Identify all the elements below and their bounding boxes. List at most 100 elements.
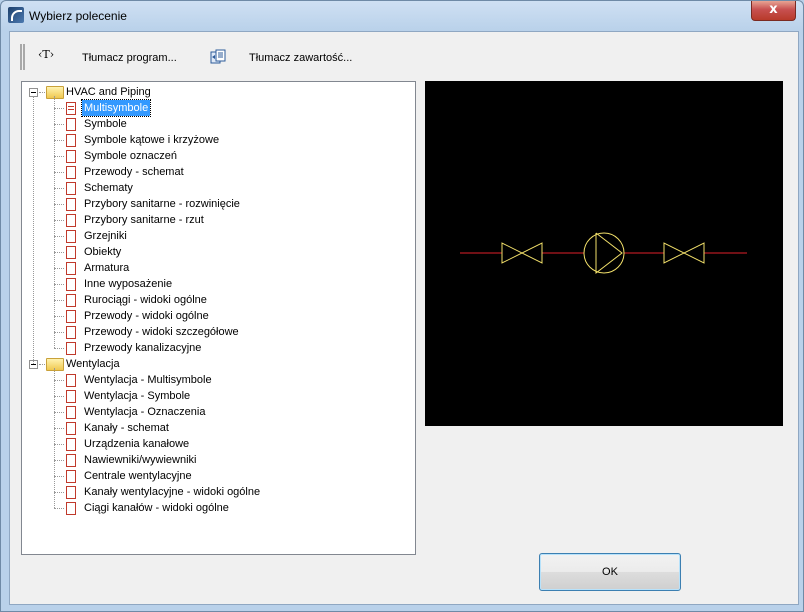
document-icon [66, 230, 76, 243]
tree-connector [54, 236, 64, 237]
tree-connector [54, 428, 64, 429]
tree-item[interactable]: Kanały wentylacyjne - widoki ogólne [82, 484, 262, 500]
tree-connector [54, 368, 55, 508]
tree-item[interactable]: Nawiewniki/wywiewniki [82, 452, 198, 468]
tree-connector [54, 300, 64, 301]
tree-item[interactable]: Przewody - widoki szczegółowe [82, 324, 241, 340]
document-icon [66, 198, 76, 211]
translate-program-button[interactable]: Tłumacz program... [82, 48, 177, 68]
tree-item[interactable]: Armatura [82, 260, 131, 276]
translate-content-icon[interactable] [210, 49, 226, 65]
tree-item[interactable]: Rurociągi - widoki ogólne [82, 292, 209, 308]
tree-connector [54, 332, 64, 333]
tree-item[interactable]: Obiekty [82, 244, 123, 260]
tree-connector [54, 204, 64, 205]
tree-connector [54, 316, 64, 317]
dialog-window: Wybierz polecenie x ‹T› Tłumacz program.… [0, 0, 804, 612]
tree-connector [54, 476, 64, 477]
folder-icon [46, 358, 64, 371]
tree-connector [54, 96, 55, 348]
tree-connector [54, 220, 64, 221]
tree-connector [54, 380, 64, 381]
tree-item[interactable]: Symbole oznaczeń [82, 148, 179, 164]
translate-program-icon[interactable]: ‹T› [38, 48, 54, 61]
tree-connector [54, 508, 64, 509]
document-icon [66, 342, 76, 355]
tree-item[interactable]: Centrale wentylacyjne [82, 468, 194, 484]
document-icon [66, 406, 76, 419]
document-icon [66, 454, 76, 467]
document-icon [66, 134, 76, 147]
tree-item[interactable]: Grzejniki [82, 228, 129, 244]
command-tree[interactable]: HVAC and Piping Multisymbole Symbole Symbol… [21, 81, 416, 555]
tree-item[interactable]: Symbole [82, 116, 129, 132]
tree-item[interactable]: Inne wyposażenie [82, 276, 174, 292]
document-icon [66, 310, 76, 323]
window-title: Wybierz polecenie [29, 9, 127, 23]
tree-connector [54, 268, 64, 269]
tree-item[interactable]: Wentylacja - Oznaczenia [82, 404, 207, 420]
tree-item[interactable]: Przybory sanitarne - rozwinięcie [82, 196, 242, 212]
tree-item[interactable]: Symbole kątowe i krzyżowe [82, 132, 221, 148]
tree-connector [54, 412, 64, 413]
tree-connector [54, 444, 64, 445]
document-icon [66, 326, 76, 339]
tree-connector [54, 124, 64, 125]
tree-item[interactable]: Wentylacja - Multisymbole [82, 372, 214, 388]
dialog-client-area: ‹T› Tłumacz program... Tłumacz zawartość… [9, 31, 799, 605]
app-icon [8, 7, 24, 23]
tree-connector [54, 348, 64, 349]
tree-item[interactable]: Multisymbole [80, 99, 152, 117]
preview-valve-right [663, 242, 705, 264]
tree-connector [54, 140, 64, 141]
toolbar-grip-icon[interactable] [20, 44, 25, 70]
document-icon [66, 278, 76, 291]
document-icon [66, 166, 76, 179]
tree-item[interactable]: Przewody - schemat [82, 164, 186, 180]
folder-icon [46, 86, 64, 99]
tree-item[interactable]: Ciągi kanałów - widoki ogólne [82, 500, 231, 516]
translate-content-button[interactable]: Tłumacz zawartość... [249, 48, 352, 68]
tree-connector [54, 252, 64, 253]
tree-connector [54, 172, 64, 173]
tree-connector [54, 188, 64, 189]
symbol-preview [425, 81, 783, 426]
tree-item[interactable]: Urządzenia kanałowe [82, 436, 191, 452]
document-icon [66, 262, 76, 275]
document-icon [66, 422, 76, 435]
tree-item[interactable]: Kanały - schemat [82, 420, 171, 436]
tree-connector [39, 364, 45, 365]
tree-connector [39, 92, 45, 93]
tree-group-label[interactable]: Wentylacja [64, 356, 122, 372]
tree-connector [54, 460, 64, 461]
tree-connector [54, 156, 64, 157]
tree-item[interactable]: Przewody - widoki ogólne [82, 308, 211, 324]
preview-valve-left [501, 242, 543, 264]
document-icon [66, 246, 76, 259]
tree-item[interactable]: Przybory sanitarne - rzut [82, 212, 206, 228]
ok-button[interactable]: OK [539, 553, 681, 591]
tree-connector [54, 492, 64, 493]
document-icon [66, 374, 76, 387]
document-icon [66, 102, 76, 115]
document-icon [66, 470, 76, 483]
document-icon [66, 502, 76, 515]
tree-item[interactable]: Wentylacja - Symbole [82, 388, 192, 404]
document-icon [66, 390, 76, 403]
document-icon [66, 182, 76, 195]
tree-connector [54, 108, 64, 109]
tree-connector [54, 284, 64, 285]
tree-item[interactable]: Przewody kanalizacyjne [82, 340, 203, 356]
document-icon [66, 294, 76, 307]
toolbar: ‹T› Tłumacz program... Tłumacz zawartość… [10, 40, 798, 80]
title-bar: Wybierz polecenie x [1, 1, 803, 31]
document-icon [66, 214, 76, 227]
tree-connector [33, 96, 34, 364]
tree-item[interactable]: Schematy [82, 180, 135, 196]
document-icon [66, 150, 76, 163]
document-icon [66, 118, 76, 131]
document-icon [66, 486, 76, 499]
tree-group-label[interactable]: HVAC and Piping [64, 84, 153, 100]
tree-connector [54, 396, 64, 397]
close-button[interactable]: x [751, 1, 796, 21]
